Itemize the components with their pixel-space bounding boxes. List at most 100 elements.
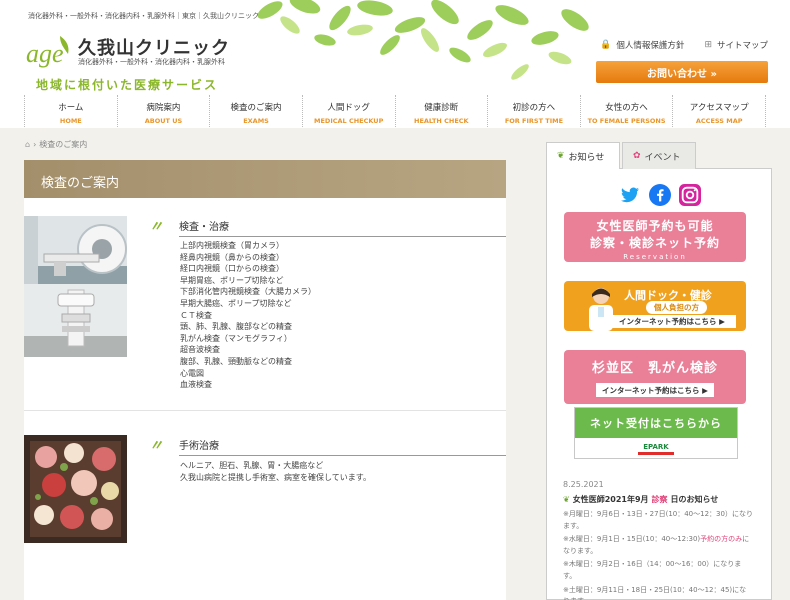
nav-sublabel: EXAMS [243, 117, 269, 125]
nav-sublabel: HOME [59, 117, 82, 125]
epark-banner[interactable]: ネット受付はこちらから EPARK [574, 407, 738, 459]
list-item: 下部消化管内視鏡検査（大腸カメラ） [180, 287, 316, 297]
clinic-departments: 消化器外科・一般外科・消化器内科・乳腺外科 [78, 58, 225, 66]
page-title: 検査のご案内 [24, 160, 506, 198]
nav-label: 検査のご案内 [230, 103, 282, 113]
ct-scanner-image [24, 216, 127, 357]
clinic-slogan: 地域に根付いた医療サービス [36, 78, 219, 92]
leaves-decoration [257, 0, 589, 80]
nav-sublabel: MEDICAL CHECKUP [314, 117, 384, 125]
main-nav: ホーム HOME 病院案内 ABOUT US 検査のご案内 EXAMS 人間ドッグ ME… [24, 95, 766, 127]
banner-title: ネット受付はこちらから [575, 408, 737, 438]
leaf-icon: ❦ [563, 495, 570, 504]
banner-line: 診察・検診ネット予約 [589, 236, 720, 250]
list-item: 頭、肺、乳腺、腹部などの精査 [180, 322, 292, 332]
section-quote-mark: 〃 [149, 219, 163, 235]
reservation-banner[interactable]: 女性医師予約も可能 診察・検診ネット予約 Reservation [564, 212, 746, 262]
nav-exams[interactable]: 検査のご案内 EXAMS [209, 95, 302, 127]
nav-first-time[interactable]: 初診の方へ FOR FIRST TIME [487, 95, 580, 127]
sidebar-tabs: ❦ お知らせ ✿ イベント [546, 142, 696, 169]
nav-female[interactable]: 女性の方へ TO FEMALE PERSONS [579, 95, 673, 127]
section-divider [24, 410, 506, 411]
nav-label: 人間ドッグ [327, 103, 370, 113]
facebook-icon[interactable] [648, 183, 672, 207]
breast-cancer-screening-banner[interactable]: 杉並区 乳がん検診 インターネット予約はこちら ▶ [564, 350, 746, 404]
lock-icon: 🔒 [600, 40, 612, 50]
privacy-policy-link[interactable]: 🔒 個人情報保護方針 [600, 39, 684, 51]
sitemap-link[interactable]: ⊞ サイトマップ [704, 39, 768, 51]
flower-arrangement-image [24, 435, 127, 543]
svg-text:age: age [26, 39, 64, 68]
list-item: 早期胃癌、ポリープ切除など [180, 275, 284, 285]
nav-sublabel: FOR FIRST TIME [504, 117, 564, 125]
nav-label: 健康診断 [424, 103, 459, 113]
banner-title: 杉並区 乳がん検診 [591, 361, 718, 376]
logo-mark-icon: age [26, 36, 69, 68]
nav-home[interactable]: ホーム HOME [24, 95, 117, 127]
nav-sublabel: TO FEMALE PERSONS [587, 117, 666, 125]
medical-checkup-banner[interactable]: 人間ドック・健診 個人負担の方 インターネット予約はこちら ▶ [564, 281, 746, 331]
section-surgery: 〃 手術治療 ヘルニア、胆石、乳腺、胃・大腸癌など 久我山病院と提携し手術室、病… [24, 435, 506, 545]
sitemap-label: サイトマップ [716, 41, 768, 51]
leaf-icon: ❦ [557, 151, 565, 161]
checkup-reserve-button[interactable]: インターネット予約はこちら ▶ [608, 315, 736, 328]
news-text: ※水曜日：9月1日・15日(10：40～12:30) [563, 535, 701, 544]
news-date: 8.25.2021 [563, 480, 604, 489]
nav-label: ホーム [58, 103, 84, 113]
news-highlight: 予約の方のみ [700, 535, 743, 544]
nav-label: 病院案内 [146, 103, 181, 113]
list-item: 超音波検査 [180, 345, 220, 355]
breadcrumb-separator: › [33, 140, 37, 149]
section-title: 検査・治療 [179, 218, 506, 237]
list-item: ＣＴ検査 [180, 310, 212, 320]
header-links: 🔒 個人情報保護方針 ⊞ サイトマップ [600, 39, 768, 51]
nav-access-map[interactable]: アクセスマップ ACCESS MAP [672, 95, 766, 127]
nav-sublabel: ABOUT US [144, 117, 183, 125]
site-header: 消化器外科・一般外科・消化器内科・乳腺外科｜東京｜久我山クリニック age 久我… [0, 0, 790, 95]
news-list: ※月曜日：9月6日・13日・27日(10：40～12：30）になります。 ※水曜… [563, 509, 753, 600]
list-item: ※水曜日：9月1日・15日(10：40～12:30)予約の方のみになります。 [563, 534, 753, 557]
nav-sublabel: ACCESS MAP [695, 117, 743, 125]
list-item: 経口内視鏡（口からの検査） [180, 264, 284, 274]
nav-sublabel: HEALTH CHECK [414, 117, 469, 125]
section-title: 手術治療 [179, 437, 506, 456]
nav-about[interactable]: 病院案内 ABOUT US [116, 95, 210, 127]
breadcrumb-current: 検査のご案内 [39, 140, 88, 149]
tab-events[interactable]: ✿ イベント [622, 142, 696, 169]
news-title-part: 日のお知らせ [670, 495, 719, 504]
privacy-policy-label: 個人情報保護方針 [616, 41, 685, 51]
home-icon[interactable]: ⌂ [25, 140, 30, 149]
tab-news[interactable]: ❦ お知らせ [546, 142, 620, 169]
list-item: 心電図 [180, 368, 204, 378]
list-item: 上部内視鏡検査（胃カメラ） [180, 241, 284, 250]
nav-label: アクセスマップ [689, 103, 749, 113]
news-title[interactable]: ❦ 女性医師2021年9月 診察 日のお知らせ [563, 494, 718, 505]
list-item: 経鼻内視鏡（鼻からの検査） [180, 252, 284, 262]
list-item: ※土曜日：9月11日・18日・25日(10：40～12：45)になります。 [563, 585, 747, 600]
clinic-logo[interactable]: age 久我山クリニック 消化器外科・一般外科・消化器内科・乳腺外科 地域に根付… [26, 32, 236, 94]
tab-label: お知らせ [568, 152, 605, 163]
surgery-list: ヘルニア、胆石、乳腺、胃・大腸癌など 久我山病院と提携し手術室、病室を確保してい… [180, 460, 371, 483]
epark-logo: EPARK [643, 443, 669, 451]
banner-sub: 個人負担の方 [646, 301, 707, 314]
section-quote-mark: 〃 [149, 438, 163, 454]
paw-icon: ✿ [633, 151, 641, 161]
epark-logo-bar [638, 452, 674, 455]
nav-label: 初診の方へ [512, 103, 556, 113]
screening-reserve-button[interactable]: インターネット予約はこちら ▶ [596, 383, 714, 397]
breadcrumb: ⌂ › 検査のご案内 [25, 139, 87, 150]
list-item: ※月曜日：9月6日・13日・27日(10：40～12：30）になります。 [563, 510, 753, 530]
banner-line: 女性医師予約も可能 [596, 219, 714, 233]
list-item: ヘルニア、胆石、乳腺、胃・大腸癌など [180, 461, 324, 470]
twitter-icon[interactable] [618, 183, 642, 207]
section-exams: 〃 検査・治療 上部内視鏡検査（胃カメラ） 経鼻内視鏡（鼻からの検査） 経口内視… [24, 216, 506, 406]
nav-label: 女性の方へ [605, 103, 648, 113]
list-item: 腹部、乳腺、頸動脈などの精査 [180, 356, 292, 366]
news-title-part: 女性医師2021年9月 [572, 495, 649, 504]
contact-button[interactable]: お問い合わせ » [596, 61, 768, 83]
nav-medical-checkup[interactable]: 人間ドッグ MEDICAL CHECKUP [301, 95, 395, 127]
instagram-icon[interactable] [678, 183, 702, 207]
nav-health-check[interactable]: 健康診断 HEALTH CHECK [394, 95, 488, 127]
social-links [618, 183, 702, 207]
list-item: 早期大腸癌、ポリープ切除など [180, 298, 292, 308]
